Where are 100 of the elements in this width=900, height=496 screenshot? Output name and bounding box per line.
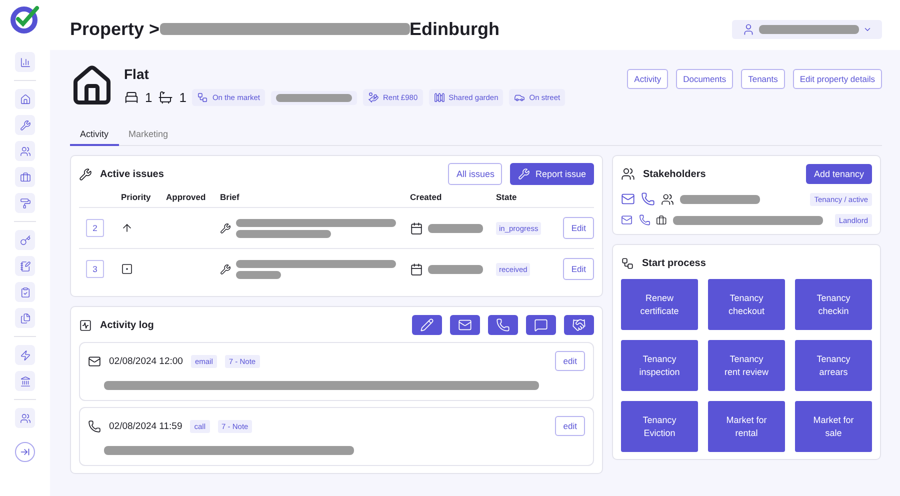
phone-icon [496, 318, 510, 332]
bank-icon [20, 376, 30, 386]
log-timestamp: 02/08/2024 11:59 [109, 420, 182, 432]
property-action-button[interactable]: Edit property details [792, 69, 882, 89]
briefcase-icon [656, 214, 667, 226]
column-header: State [496, 191, 518, 204]
collapse-button[interactable] [15, 442, 35, 462]
key-button[interactable] [15, 230, 35, 250]
report-issue-button[interactable]: Report issue [510, 163, 594, 185]
card-title: Start process [642, 258, 707, 268]
bathroom-count: 1 [179, 90, 186, 105]
card-title: Activity log [100, 320, 155, 330]
arrow-up-icon [121, 222, 133, 234]
workflow-icon [621, 256, 634, 270]
clipboard-button[interactable] [15, 282, 35, 302]
redaction-mark [428, 264, 483, 274]
key-icon [20, 234, 30, 246]
chart-button[interactable] [15, 52, 35, 72]
home-icon [20, 94, 30, 104]
clipboard-icon [20, 286, 30, 298]
bed-icon [124, 90, 139, 105]
mail-icon [88, 354, 101, 368]
wrench-icon [20, 120, 30, 130]
phone-icon [88, 420, 101, 432]
process-button[interactable]: Tenancy checkout [708, 279, 785, 330]
bank-button[interactable] [15, 371, 35, 391]
call-button[interactable] [488, 315, 518, 335]
wrench-icon [220, 264, 231, 274]
people-icon [20, 146, 30, 156]
process-button[interactable]: Tenancy checkin [795, 279, 872, 330]
user-icon [742, 22, 755, 36]
calendar-icon [410, 262, 423, 276]
people-icon [621, 167, 635, 181]
lightning-icon [20, 350, 30, 360]
mail-icon[interactable] [621, 192, 635, 206]
process-button[interactable]: Tenancy inspection [621, 340, 698, 391]
process-button[interactable]: Market for sale [795, 401, 872, 452]
documents-icon [20, 312, 30, 324]
process-button[interactable]: Tenancy Eviction [621, 401, 698, 452]
issue-number[interactable]: 2 [86, 219, 104, 237]
lightning-button[interactable] [15, 345, 35, 365]
user-menu[interactable] [732, 20, 882, 38]
edit-button[interactable]: Edit [563, 217, 594, 239]
paint-roller-icon [20, 198, 30, 208]
briefcase-button[interactable] [15, 167, 35, 187]
paint-roller-button[interactable] [15, 193, 35, 213]
speech-bubble-icon [534, 318, 548, 332]
bath-icon [158, 90, 174, 105]
column-header: Brief [220, 191, 240, 204]
documents-button[interactable] [15, 308, 35, 328]
arrow-to-line-icon [20, 447, 30, 457]
column-header: Approved [166, 191, 207, 204]
tab[interactable]: Activity [70, 125, 119, 146]
people-button[interactable] [15, 141, 35, 161]
wrench-icon [79, 168, 92, 180]
handshake-icon [572, 318, 586, 332]
wrench-icon [220, 222, 231, 234]
briefcase-icon [20, 172, 30, 182]
tab[interactable]: Marketing [118, 125, 178, 146]
chart-icon [20, 56, 30, 68]
activity-icon [79, 318, 92, 332]
property-action-button[interactable]: Tenants [741, 69, 785, 89]
all-issues-button[interactable]: All issues [448, 163, 502, 185]
logo-icon [10, 4, 40, 34]
edit-button[interactable]: Edit [563, 258, 594, 280]
email-button[interactable] [450, 315, 480, 335]
card-title: Active issues [100, 168, 165, 180]
process-button[interactable]: Tenancy arrears [795, 340, 872, 391]
process-button[interactable]: Tenancy rent review [708, 340, 785, 391]
property-action-button[interactable]: Documents [676, 69, 734, 89]
calendar-icon [410, 222, 423, 234]
redaction-mark [428, 224, 483, 232]
redaction-mark [236, 270, 281, 278]
process-button[interactable]: Renew certificate [621, 279, 698, 330]
edit-button[interactable]: edit [555, 351, 585, 371]
message-button[interactable] [526, 315, 556, 335]
phone-icon[interactable] [641, 192, 655, 206]
log-timestamp: 02/08/2024 12:00 [109, 356, 183, 366]
pencil-icon [420, 318, 434, 332]
issue-number[interactable]: 3 [86, 260, 104, 278]
home-button[interactable] [15, 89, 35, 109]
note-button[interactable] [412, 315, 442, 335]
page-title: Property > [70, 18, 160, 40]
process-button[interactable]: Market for rental [708, 401, 785, 452]
page-title: Edinburgh [410, 18, 500, 40]
bedroom-count: 1 [145, 90, 152, 105]
property-action-button[interactable]: Activity [627, 69, 668, 89]
property-type: Flat [124, 66, 150, 82]
wrench-icon [518, 168, 530, 180]
column-header: Created [410, 191, 443, 204]
people-icon [661, 192, 674, 206]
handshake-button[interactable] [564, 315, 594, 335]
wrench-button[interactable] [15, 115, 35, 135]
people-button[interactable] [15, 408, 35, 428]
mail-icon[interactable] [621, 213, 633, 227]
phone-icon[interactable] [638, 213, 650, 227]
column-header: Priority [121, 191, 152, 204]
add-tenancy-button[interactable]: Add tenancy [806, 164, 872, 184]
people-icon [20, 412, 30, 424]
edit-button[interactable]: edit [555, 416, 585, 436]
